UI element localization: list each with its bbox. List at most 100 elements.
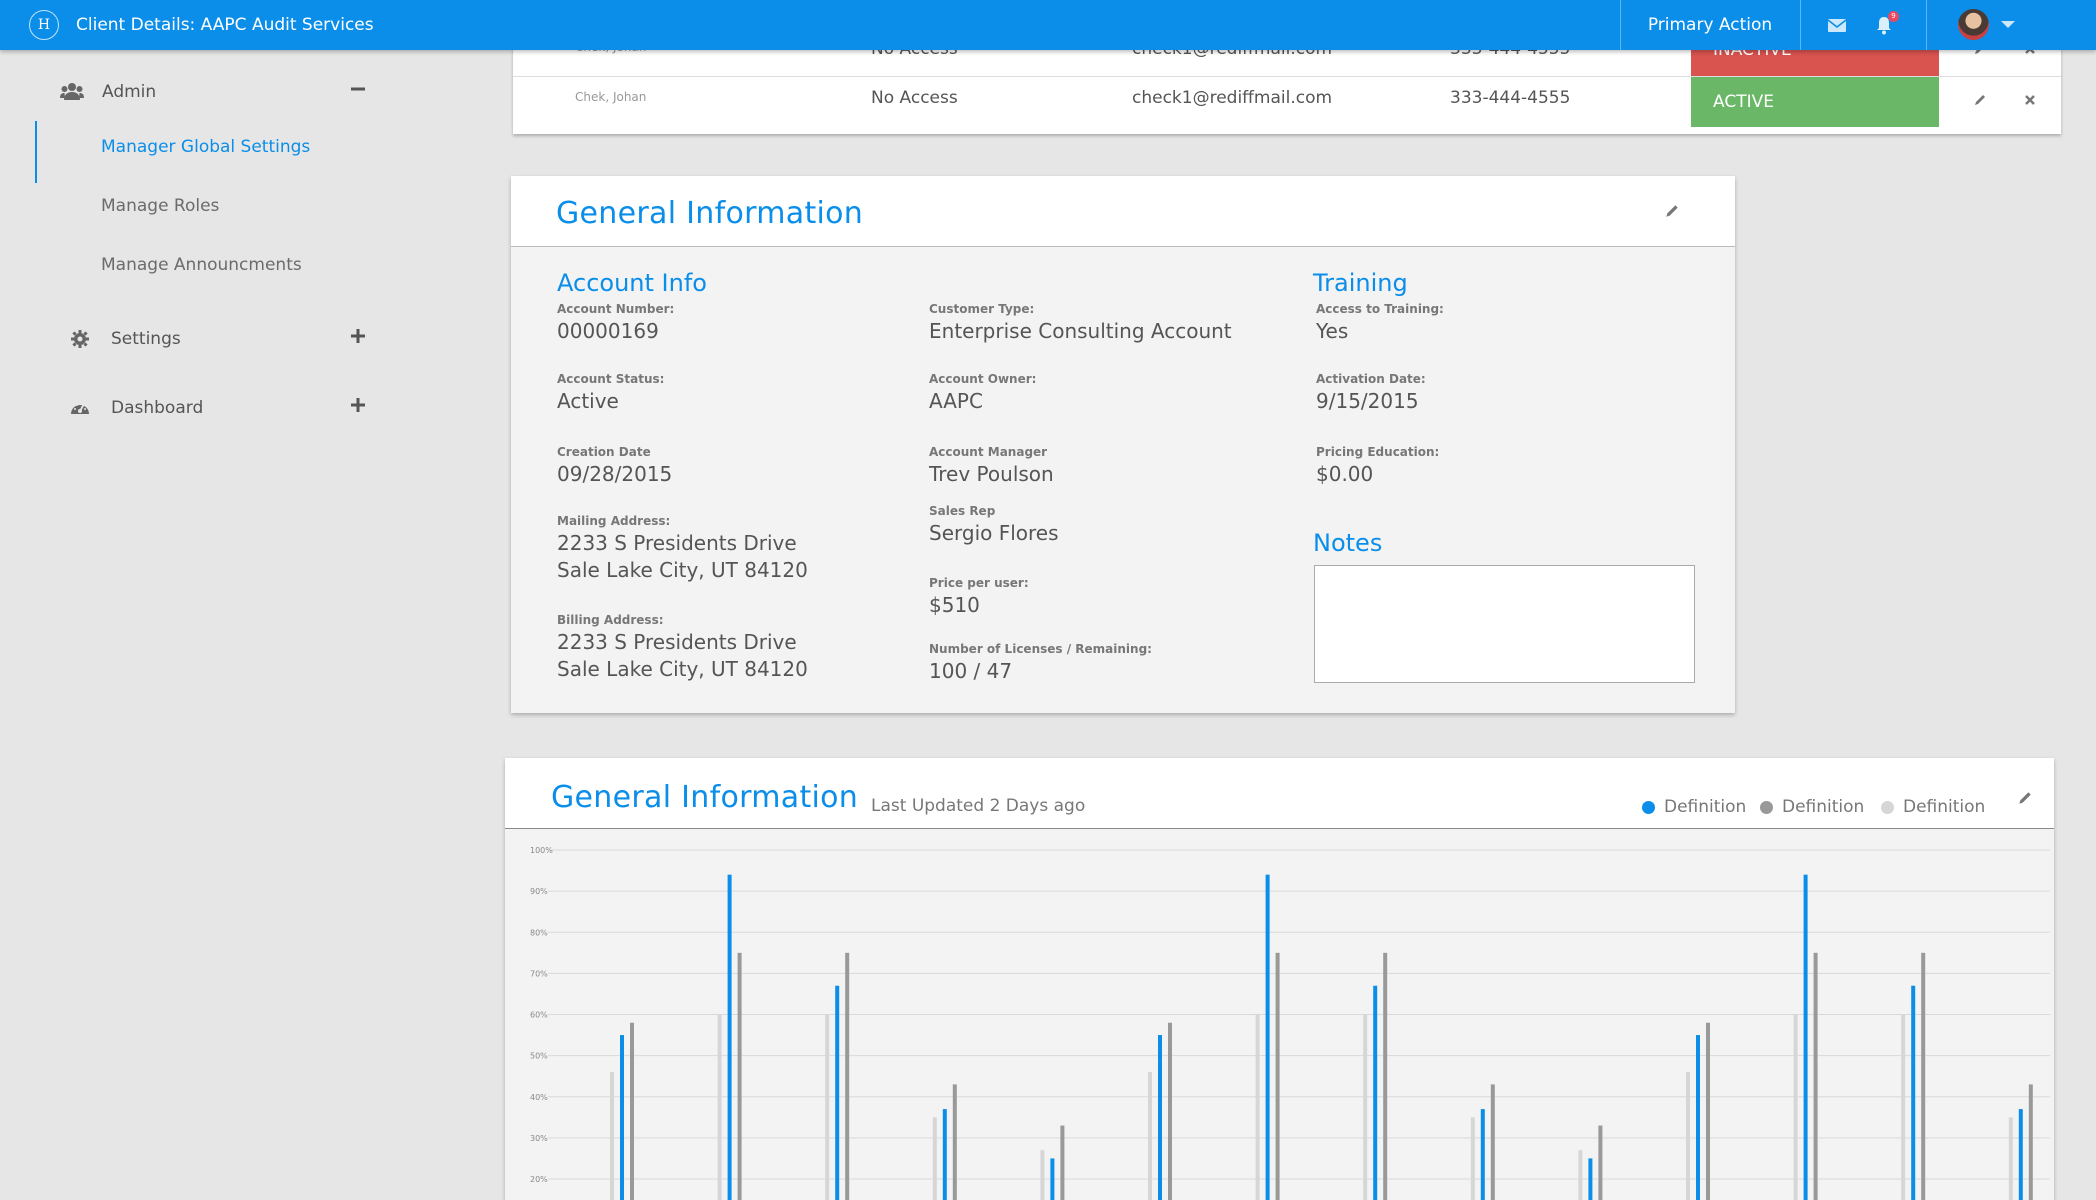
field-value: AAPC: [929, 389, 983, 413]
pencil-icon[interactable]: [1969, 89, 1991, 111]
legend-item: Definition: [1642, 797, 1746, 817]
bar: [932, 1117, 937, 1200]
sidebar-group-label: Dashboard: [111, 398, 204, 418]
field-value: 00000169: [557, 319, 659, 343]
sidebar-group-dashboard[interactable]: Dashboard: [68, 393, 370, 423]
sidebar-group-settings[interactable]: Settings: [68, 324, 370, 354]
legend-swatch: [1760, 800, 1773, 814]
price-per-user-field: Price per user: $510: [929, 576, 1029, 619]
field-label: Account Status:: [557, 372, 665, 386]
divider: [1926, 0, 1927, 50]
field-label: Mailing Address:: [557, 514, 671, 528]
bar: [1686, 1072, 1690, 1200]
status-badge: ACTIVE: [1691, 77, 1939, 127]
legend-swatch: [1642, 800, 1655, 814]
legend-swatch: [1881, 800, 1894, 814]
legend-label: Definition: [1782, 797, 1865, 817]
plus-icon[interactable]: [350, 397, 366, 413]
sidebar-item-manage-roles[interactable]: Manage Roles: [101, 196, 219, 216]
field-label: Access to Training:: [1316, 302, 1444, 316]
notification-badge: 9: [1888, 11, 1899, 22]
bar: [717, 1014, 722, 1200]
plus-icon[interactable]: [350, 328, 366, 344]
primary-action-button[interactable]: Primary Action: [1620, 0, 1800, 50]
chart-card: General Information Last Updated 2 Days …: [505, 758, 2054, 1200]
mail-icon[interactable]: [1826, 14, 1850, 36]
licenses-field: Number of Licenses / Remaining: 100 / 47: [929, 642, 1152, 685]
minus-icon[interactable]: [350, 81, 366, 97]
sidebar-item-manage-announcements[interactable]: Manage Announcments: [101, 255, 302, 275]
account-manager-field: Account Manager Trev Poulson: [929, 445, 1054, 488]
field-value: Enterprise Consulting Account: [929, 319, 1232, 343]
bar: [1158, 1035, 1162, 1200]
bar: [1696, 1035, 1700, 1200]
users-table: Chek, Johan No Access check1@rediffmail.…: [513, 38, 2061, 134]
bar: [942, 1109, 947, 1200]
bar: [1470, 1117, 1475, 1200]
account-info-title: Account Info: [557, 269, 707, 297]
field-value: 100 / 47: [929, 659, 1013, 683]
bar: [1921, 952, 1926, 1200]
y-tick-label: 80%: [530, 928, 548, 937]
bar: [1706, 1022, 1710, 1200]
bar: [1383, 952, 1388, 1200]
bar: [737, 952, 742, 1200]
table-row[interactable]: Chek, Johan No Access check1@rediffmail.…: [513, 76, 2061, 134]
sidebar-group-admin[interactable]: Admin: [60, 77, 370, 107]
card-title: General Information: [556, 196, 864, 231]
avatar[interactable]: [1958, 9, 1989, 40]
pencil-icon[interactable]: [2017, 790, 2037, 810]
bar: [1813, 952, 1818, 1200]
page-title: Client Details: AAPC Audit Services: [76, 15, 374, 35]
field-label: Account Number:: [557, 302, 675, 316]
bar: [1373, 985, 1378, 1200]
mailing-address-field: Mailing Address: 2233 S Presidents Drive…: [557, 514, 808, 584]
bar: [1060, 1125, 1065, 1200]
field-value: Active: [557, 389, 619, 413]
bar: [610, 1072, 614, 1200]
app-logo-icon[interactable]: H: [29, 10, 59, 40]
notes-title: Notes: [1313, 529, 1383, 557]
bar: [630, 1022, 634, 1200]
user-email: check1@rediffmail.com: [1132, 88, 1333, 108]
field-label: Activation Date:: [1316, 372, 1426, 386]
field-label: Account Owner:: [929, 372, 1037, 386]
divider: [1800, 0, 1801, 50]
bar: [2008, 1117, 2013, 1200]
pencil-icon[interactable]: [1664, 203, 1684, 223]
bell-icon[interactable]: 9: [1873, 11, 1899, 36]
account-status-field: Account Status: Active: [557, 372, 664, 415]
access-to-training-field: Access to Training: Yes: [1316, 302, 1444, 345]
card-header: General Information: [511, 176, 1735, 247]
field-label: Number of Licenses / Remaining:: [929, 642, 1152, 656]
address-line: 2233 S Presidents Drive: [557, 630, 797, 654]
bar: [1901, 1014, 1906, 1200]
y-tick-label: 50%: [530, 1052, 548, 1061]
bar: [1793, 1014, 1798, 1200]
billing-address-field: Billing Address: 2233 S Presidents Drive…: [557, 613, 808, 683]
close-icon[interactable]: [2019, 89, 2041, 111]
field-label: Creation Date: [557, 445, 651, 459]
user-name: Chek, Johan: [575, 90, 647, 104]
bar: [1363, 1014, 1368, 1200]
field-label: Pricing Education:: [1316, 445, 1440, 459]
notes-textarea[interactable]: [1314, 565, 1695, 683]
bar: [1265, 874, 1270, 1200]
bar: [727, 874, 732, 1200]
bar: [835, 985, 840, 1200]
top-bar: H Client Details: AAPC Audit Services Pr…: [0, 0, 2096, 50]
app-logo-glyph: H: [37, 17, 51, 33]
y-tick-label: 100%: [530, 846, 553, 855]
legend-item: Definition: [1881, 797, 1985, 817]
address-line: Sale Lake City, UT 84120: [557, 558, 808, 582]
users-icon: [60, 82, 84, 102]
chevron-down-icon[interactable]: [2001, 21, 2015, 28]
sales-rep-field: Sales Rep Sergio Flores: [929, 504, 1059, 547]
user-phone: 333-444-4555: [1450, 88, 1571, 108]
y-tick-label: 30%: [530, 1134, 548, 1143]
dashboard-icon: [68, 398, 92, 418]
bar-chart: 100% 90% 80% 70% 60% 50% 40% 30% 20%: [530, 846, 2050, 1200]
sidebar-item-manager-global-settings[interactable]: Manager Global Settings: [101, 137, 310, 157]
account-owner-field: Account Owner: AAPC: [929, 372, 1036, 415]
creation-date-field: Creation Date 09/28/2015: [557, 445, 672, 488]
